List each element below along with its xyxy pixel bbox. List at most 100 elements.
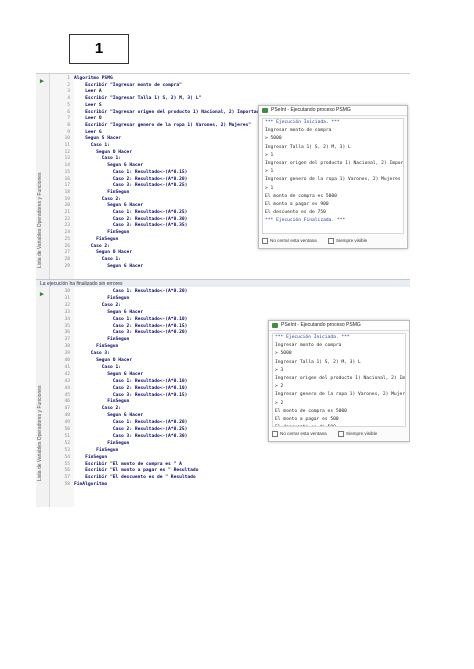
code-text: Caso 3: Resultado<-(A*0.15): [74, 392, 188, 398]
code-text: FinSegun: [74, 189, 130, 195]
code-line[interactable]: 57 Escribir "El descuento es de " Result…: [50, 475, 410, 481]
execution-window-2[interactable]: PSeInt - Ejecutando proceso PSMG *** Eje…: [268, 320, 410, 442]
console-line: Ingresar monto de compra: [275, 343, 342, 349]
window-title: PSeInt - Ejecutando proceso PSMG: [271, 107, 351, 113]
checkbox-icon[interactable]: [328, 237, 335, 244]
line-number: 14: [64, 163, 70, 169]
code-line[interactable]: 32 Caso 2:: [50, 303, 410, 309]
run-icon[interactable]: ▶: [38, 290, 46, 298]
pseint-app-icon: [272, 323, 278, 328]
line-number: 26: [64, 243, 70, 249]
code-line[interactable]: 3 Leer A: [50, 89, 410, 95]
run-icon[interactable]: ▶: [38, 77, 46, 85]
code-text: Caso 1:: [74, 256, 122, 262]
code-text: Caso 1: Resultado<-(A*0.15): [74, 169, 188, 175]
code-line[interactable]: 28 Caso 1:: [50, 257, 410, 263]
window-titlebar[interactable]: PSeInt - Ejecutando proceso PSMG: [269, 321, 409, 331]
code-line[interactable]: 31 FinSegun: [50, 296, 410, 302]
code-text: Caso 1:: [74, 143, 110, 148]
code-text: Segun G Hacer: [74, 263, 144, 269]
code-line[interactable]: 54 FinSegun: [50, 455, 410, 461]
line-number: 57: [64, 475, 70, 481]
line-number: 7: [67, 116, 70, 122]
option-always-visible[interactable]: Siempre visible: [338, 429, 377, 439]
option-keep-open-label: No cerrar esta ventana: [270, 238, 317, 243]
code-text: Segun G Hacer: [74, 413, 144, 419]
option-always-visible[interactable]: Siempre visible: [328, 236, 367, 246]
execution-window-1[interactable]: PSeInt - Ejecutando proceso PSMG *** Eje…: [258, 105, 408, 249]
code-text: Caso 1: Resultado<-(A*0.20): [74, 289, 188, 294]
line-number: 54: [64, 454, 70, 460]
code-line[interactable]: 55 Escribir "El monto de compra es " A: [50, 462, 410, 468]
side-toolbar-label: Lista de Variables Operadores y Funcione…: [37, 385, 43, 481]
console-line: > 2: [275, 384, 284, 390]
code-text: Caso 1: Resultado<-(A*0.10): [74, 316, 188, 322]
code-line[interactable]: 29 Segun G Hacer: [50, 264, 410, 270]
line-number: 28: [64, 256, 70, 262]
console-line: Ingresar origen del producto 1) Nacional…: [275, 375, 405, 381]
line-number: 19: [64, 196, 70, 202]
code-line[interactable]: 58 FinAlgoritmo: [50, 482, 410, 488]
code-text: Caso 2: Resultado<-(A*0.25): [74, 427, 188, 432]
code-text: Segun G Hacer: [74, 163, 144, 169]
line-number: 40: [64, 358, 70, 363]
code-text: FinSegun: [74, 344, 119, 350]
console-line: Ingresar genero de la ropa 1) Varones, 2…: [265, 177, 401, 183]
side-toolbar[interactable]: ▶ Lista de Variables Operadores y Funcio…: [36, 287, 50, 507]
code-text: Escribir "El monto de compra es " A: [74, 461, 182, 467]
console-line: *** Ejecución Finalizada. ***: [265, 218, 346, 224]
line-number: 30: [64, 289, 70, 294]
line-number: 42: [64, 371, 70, 377]
code-text: Segun O Hacer: [74, 358, 133, 363]
code-line[interactable]: 27 Segun O Hacer: [50, 250, 410, 256]
code-text: Escribir "Ingresar monto de compra": [74, 82, 182, 88]
console-line: El monto de compra es 5000: [275, 408, 347, 414]
line-number: 21: [64, 210, 70, 215]
console-output[interactable]: *** Ejecución Iniciada. *** Ingresar mont…: [272, 333, 406, 427]
code-text: FinSegun: [74, 337, 130, 343]
code-text: Algoritmo PSMG: [74, 76, 113, 81]
code-text: Leer S: [74, 102, 102, 108]
option-keep-open[interactable]: No cerrar esta ventana: [272, 429, 327, 439]
pseint-app-icon: [262, 108, 268, 113]
line-number: 29: [64, 263, 70, 269]
code-text: FinSegun: [74, 440, 130, 446]
window-titlebar[interactable]: PSeInt - Ejecutando proceso PSMG: [259, 106, 407, 116]
code-text: Segun G Hacer: [74, 203, 144, 209]
code-text: Caso 2:: [74, 196, 122, 202]
line-number: 23: [64, 223, 70, 229]
code-line[interactable]: 30 Caso 1: Resultado<-(A*0.20): [50, 289, 410, 295]
code-text: Caso 2:: [74, 302, 122, 308]
code-line[interactable]: 1 Algoritmo PSMG: [50, 76, 410, 82]
line-number: 3: [67, 89, 70, 95]
line-number: 12: [64, 149, 70, 155]
console-line: El descuento es de 750: [265, 210, 326, 216]
line-number: 11: [64, 143, 70, 148]
console-line: El monto de compra es 5000: [265, 193, 337, 199]
checkbox-icon[interactable]: [262, 237, 268, 244]
code-text: FinSegun: [74, 454, 108, 460]
checkbox-icon[interactable]: [338, 430, 345, 437]
line-number: 58: [64, 482, 70, 488]
code-line[interactable]: 53 FinSegun: [50, 448, 410, 454]
code-text: Caso 2: Resultado<-(A*0.10): [74, 385, 188, 391]
option-keep-open[interactable]: No cerrar esta ventana: [262, 236, 317, 246]
code-text: Caso 3:: [74, 351, 110, 357]
line-number: 35: [64, 323, 70, 329]
line-number: 8: [67, 122, 70, 128]
code-text: Caso 1:: [74, 156, 122, 162]
console-output[interactable]: *** Ejecución Iniciada. *** Ingresar mont…: [262, 118, 404, 234]
code-text: Escribir "Ingresar origen del producto 1…: [74, 109, 265, 115]
line-number: 45: [64, 392, 70, 398]
checkbox-icon[interactable]: [272, 430, 278, 437]
side-toolbar[interactable]: ▶ Lista de Variables Operadores y Funcio…: [36, 74, 50, 288]
code-text: Leer G: [74, 129, 102, 135]
code-line[interactable]: 33 Segun G Hacer: [50, 310, 410, 316]
code-line[interactable]: 2 Escribir "Ingresar monto de compra": [50, 83, 410, 89]
console-line: Ingresar origen del producto 1) Nacional…: [265, 160, 404, 166]
code-line[interactable]: 4 Escribir "Ingresar Talla 1) S, 2) M, 3…: [50, 96, 410, 102]
console-line: *** Ejecución Iniciada. ***: [275, 335, 350, 340]
line-number: 24: [64, 230, 70, 236]
line-number: 16: [64, 176, 70, 182]
code-line[interactable]: 56 Escribir "El monto a pagar es " Resul…: [50, 468, 410, 474]
